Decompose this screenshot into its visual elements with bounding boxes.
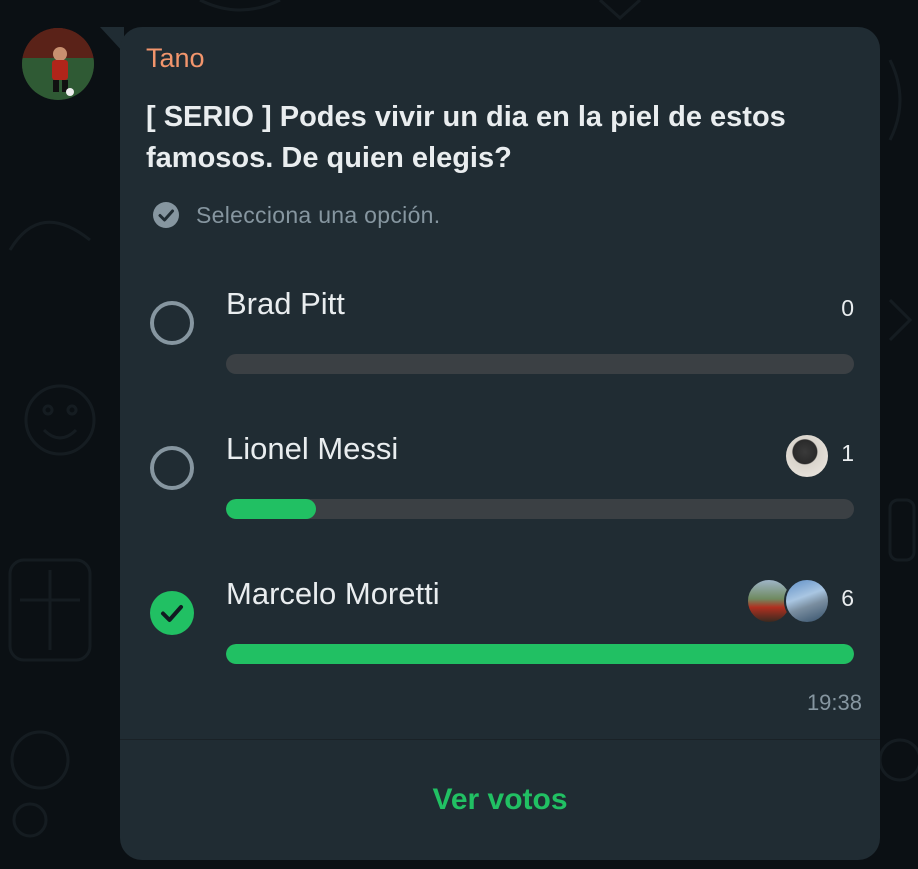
poll-hint-text: Selecciona una opción. (196, 201, 441, 228)
vote-progress-fill (226, 499, 316, 519)
poll-message-bubble: Tano [ SERIO ] Podes vivir un dia en la … (120, 27, 880, 860)
poll-option-label: Marcelo Moretti (226, 576, 440, 611)
vote-count: 6 (841, 585, 854, 611)
vote-progress-bar (226, 499, 854, 519)
radio-button[interactable] (150, 446, 194, 490)
vote-progress-bar (226, 354, 854, 374)
poll-option-brad-pitt[interactable]: Brad Pitt 0 (148, 284, 854, 394)
player-photo-icon (22, 28, 94, 100)
sender-name[interactable]: Tano (146, 43, 205, 74)
poll-option-label: Brad Pitt (226, 286, 345, 321)
voter-avatar (784, 578, 830, 624)
check-circle-icon (153, 202, 179, 228)
poll-question: [ SERIO ] Podes vivir un dia en la piel … (146, 101, 786, 174)
vote-progress-fill (226, 644, 854, 664)
poll-option-label: Lionel Messi (226, 431, 399, 466)
vote-progress-bar (226, 644, 854, 664)
view-votes-button[interactable]: Ver votos (120, 782, 880, 818)
sender-avatar[interactable] (22, 28, 94, 100)
voter-avatars[interactable] (784, 433, 830, 479)
radio-button-checked[interactable] (150, 591, 194, 635)
voter-avatars[interactable] (746, 578, 830, 624)
poll-option-marcelo-moretti[interactable]: Marcelo Moretti 6 (148, 574, 854, 684)
vote-count: 1 (841, 440, 854, 466)
message-timestamp: 19:38 (806, 690, 862, 715)
poll-hint: Selecciona una opción. (152, 201, 440, 229)
divider (120, 739, 880, 740)
voter-avatar (784, 433, 830, 479)
radio-button[interactable] (150, 301, 194, 345)
checkmark-icon (161, 605, 183, 622)
vote-count: 0 (841, 295, 854, 321)
poll-option-lionel-messi[interactable]: Lionel Messi 1 (148, 429, 854, 539)
